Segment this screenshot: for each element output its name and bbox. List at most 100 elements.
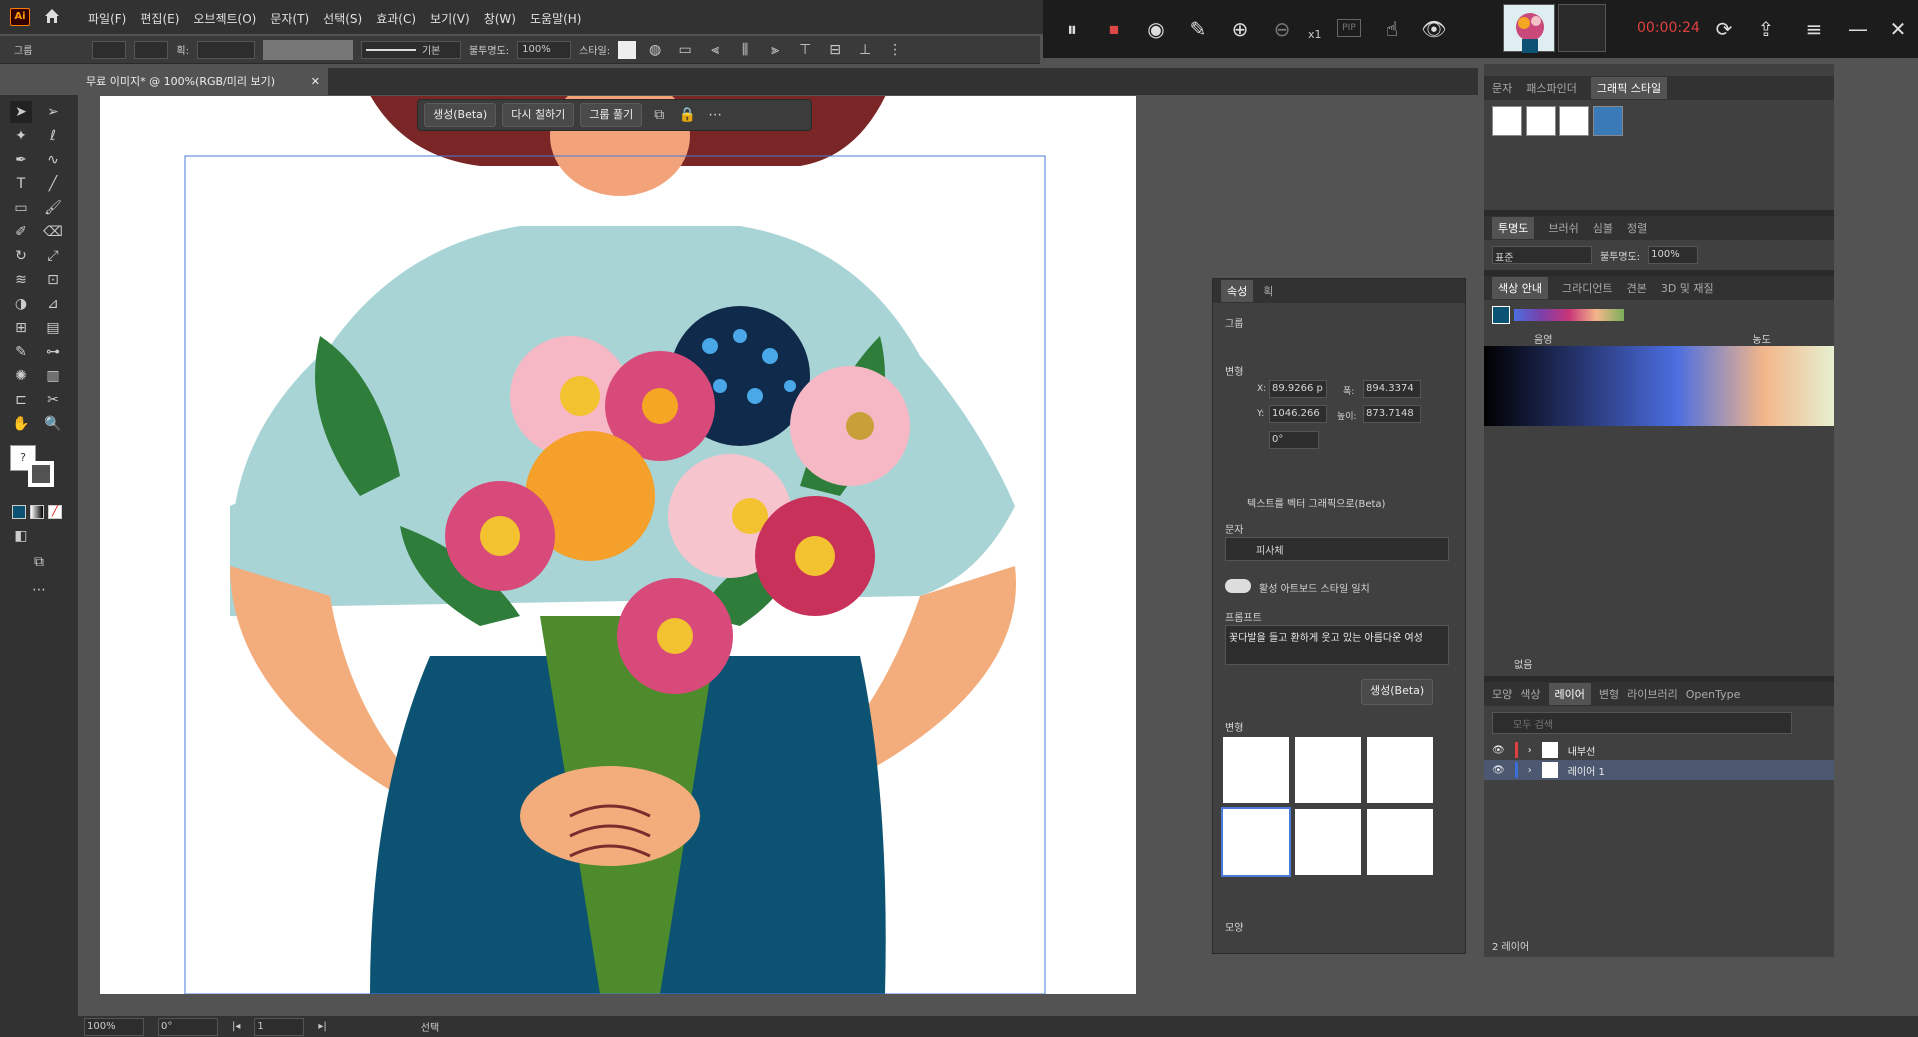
- blend-mode-select[interactable]: 표준: [1492, 246, 1592, 264]
- style-swatch[interactable]: [618, 40, 637, 59]
- eyedropper-icon[interactable]: ✎: [10, 341, 32, 363]
- slice-icon[interactable]: ✂: [42, 389, 64, 411]
- tab-color-guide[interactable]: 색상 안내: [1492, 277, 1548, 299]
- close-tab-icon[interactable]: ✕: [311, 68, 320, 95]
- blend-icon[interactable]: ⊶: [42, 341, 64, 363]
- selection-tool-icon[interactable]: ➤: [10, 101, 32, 123]
- mesh-icon[interactable]: ⊞: [10, 317, 32, 339]
- opacity-field[interactable]: 100%: [517, 40, 572, 59]
- refresh-icon[interactable]: ⟳: [1709, 14, 1739, 44]
- gradient-mode-icon[interactable]: [30, 505, 44, 519]
- more-options-icon[interactable]: ⋯: [704, 104, 726, 126]
- menu-object[interactable]: 오브젝트(O): [193, 10, 256, 27]
- menu-type[interactable]: 문자(T): [270, 10, 309, 27]
- align-middle-icon[interactable]: ⊟: [824, 39, 846, 61]
- variation-2[interactable]: [1295, 737, 1361, 803]
- visibility-icon[interactable]: 👁: [1492, 745, 1505, 756]
- prompt-input[interactable]: 꽃다발을 들고 환하게 웃고 있는 아름다운 여성: [1225, 625, 1449, 665]
- perspective-icon[interactable]: ⊿: [42, 293, 64, 315]
- stroke-color-icon[interactable]: [28, 461, 54, 487]
- rectangle-tool-icon[interactable]: ▭: [10, 197, 32, 219]
- artboard-icon[interactable]: ⊏: [10, 389, 32, 411]
- menu-icon[interactable]: ≡: [1799, 14, 1829, 44]
- expand-icon[interactable]: ›: [1528, 765, 1532, 776]
- shaper-icon[interactable]: ✐: [10, 221, 32, 243]
- tab-libraries[interactable]: 라이브러리: [1627, 686, 1678, 702]
- ungroup-button[interactable]: 그룹 풀기: [580, 103, 643, 127]
- visibility-icon[interactable]: 👁: [1492, 765, 1505, 776]
- h-field[interactable]: 873.7148: [1363, 405, 1421, 423]
- style-3[interactable]: [1559, 106, 1589, 136]
- style-4[interactable]: [1592, 106, 1623, 136]
- export-icon[interactable]: ⇪: [1751, 14, 1781, 44]
- menu-view[interactable]: 보기(V): [430, 10, 470, 27]
- generate-beta-panel-button[interactable]: 생성(Beta): [1361, 679, 1434, 705]
- magic-wand-icon[interactable]: ✦: [10, 125, 32, 147]
- variation-1[interactable]: [1223, 737, 1289, 803]
- layer-row[interactable]: 👁 › 레이어 1: [1484, 760, 1834, 780]
- y-field[interactable]: 1046.266: [1269, 405, 1327, 423]
- hand-icon[interactable]: ✋: [10, 413, 32, 435]
- align-bottom-icon[interactable]: ⊥: [854, 39, 876, 61]
- zoom-out-icon[interactable]: ⊖: [1267, 14, 1297, 44]
- camera-icon[interactable]: ◉: [1141, 14, 1171, 44]
- style-2[interactable]: [1525, 106, 1556, 136]
- more-tools-icon[interactable]: ⋯: [28, 579, 50, 601]
- menu-edit[interactable]: 편집(E): [140, 10, 179, 27]
- fill-swatch[interactable]: [92, 40, 127, 59]
- zoom-icon[interactable]: 🔍: [42, 413, 64, 435]
- stop-icon[interactable]: ⏹: [1099, 14, 1129, 44]
- lasso-icon[interactable]: ℓ: [42, 125, 64, 147]
- graph-icon[interactable]: ▥: [42, 365, 64, 387]
- paintbrush-icon[interactable]: 🖌: [42, 197, 64, 219]
- variation-6[interactable]: [1367, 809, 1433, 875]
- expand-icon[interactable]: ›: [1528, 745, 1532, 756]
- w-field[interactable]: 894.3374: [1363, 380, 1421, 398]
- tab-stroke[interactable]: 획: [1263, 283, 1273, 299]
- stroke-swatch[interactable]: [134, 40, 169, 59]
- minimize-icon[interactable]: —: [1843, 14, 1873, 44]
- recolor-button[interactable]: 다시 칠하기: [502, 103, 575, 127]
- variation-5[interactable]: [1295, 809, 1361, 875]
- scale-icon[interactable]: ⤢: [42, 245, 64, 267]
- artboard[interactable]: [100, 96, 1136, 994]
- tab-opentype[interactable]: OpenType: [1686, 688, 1741, 701]
- home-icon[interactable]: [42, 6, 62, 26]
- angle-field[interactable]: 0°: [1269, 431, 1319, 449]
- stroke-weight-field[interactable]: [196, 40, 255, 59]
- align-right-icon[interactable]: ⫸: [764, 39, 786, 61]
- tab-swatches[interactable]: 견본: [1627, 280, 1647, 296]
- eraser-icon[interactable]: ⌫: [42, 221, 64, 243]
- menu-file[interactable]: 파일(F): [88, 10, 126, 27]
- direct-selection-tool-icon[interactable]: ➢: [42, 101, 64, 123]
- rotate-icon[interactable]: ↻: [10, 245, 32, 267]
- pip-button[interactable]: PIP: [1337, 19, 1361, 37]
- line-tool-icon[interactable]: ╱: [42, 173, 64, 195]
- tab-transform[interactable]: 변형: [1599, 686, 1619, 702]
- variation-3[interactable]: [1367, 737, 1433, 803]
- zoom-in-icon[interactable]: ⊕: [1225, 14, 1255, 44]
- tab-align[interactable]: 정렬: [1627, 220, 1647, 236]
- eye-icon[interactable]: 👁: [1419, 14, 1449, 44]
- x-field[interactable]: 89.9266 p: [1269, 380, 1327, 398]
- warp-icon[interactable]: ≋: [10, 269, 32, 291]
- document-tab[interactable]: 무료 이미지* @ 100%(RGB/미리 보기) ✕: [78, 68, 328, 95]
- align-center-icon[interactable]: ⫼: [734, 39, 756, 61]
- pencil-icon[interactable]: ✎: [1183, 14, 1213, 44]
- curvature-icon[interactable]: ∿: [42, 149, 64, 171]
- cursor-effect-icon[interactable]: ☝: [1377, 14, 1407, 44]
- type-select[interactable]: 피사체: [1225, 537, 1449, 561]
- menu-select[interactable]: 선택(S): [323, 10, 362, 27]
- tab-pathfinder[interactable]: 패스파인더: [1526, 80, 1577, 96]
- transform-icon[interactable]: ▭: [674, 39, 696, 61]
- artboard-nav-last[interactable]: ▸|: [318, 1021, 326, 1032]
- menu-effect[interactable]: 효과(C): [376, 10, 416, 27]
- style-default[interactable]: [1492, 106, 1522, 136]
- rotate-field[interactable]: 0°: [158, 1017, 218, 1036]
- free-transform-icon[interactable]: ⊡: [42, 269, 64, 291]
- tab-graphic-styles[interactable]: 그래픽 스타일: [1590, 77, 1668, 99]
- tab-color[interactable]: 색상: [1520, 686, 1540, 702]
- symbol-sprayer-icon[interactable]: ✺: [10, 365, 32, 387]
- close-icon[interactable]: ✕: [1883, 14, 1913, 44]
- distribute-icon[interactable]: ⋮: [884, 39, 906, 61]
